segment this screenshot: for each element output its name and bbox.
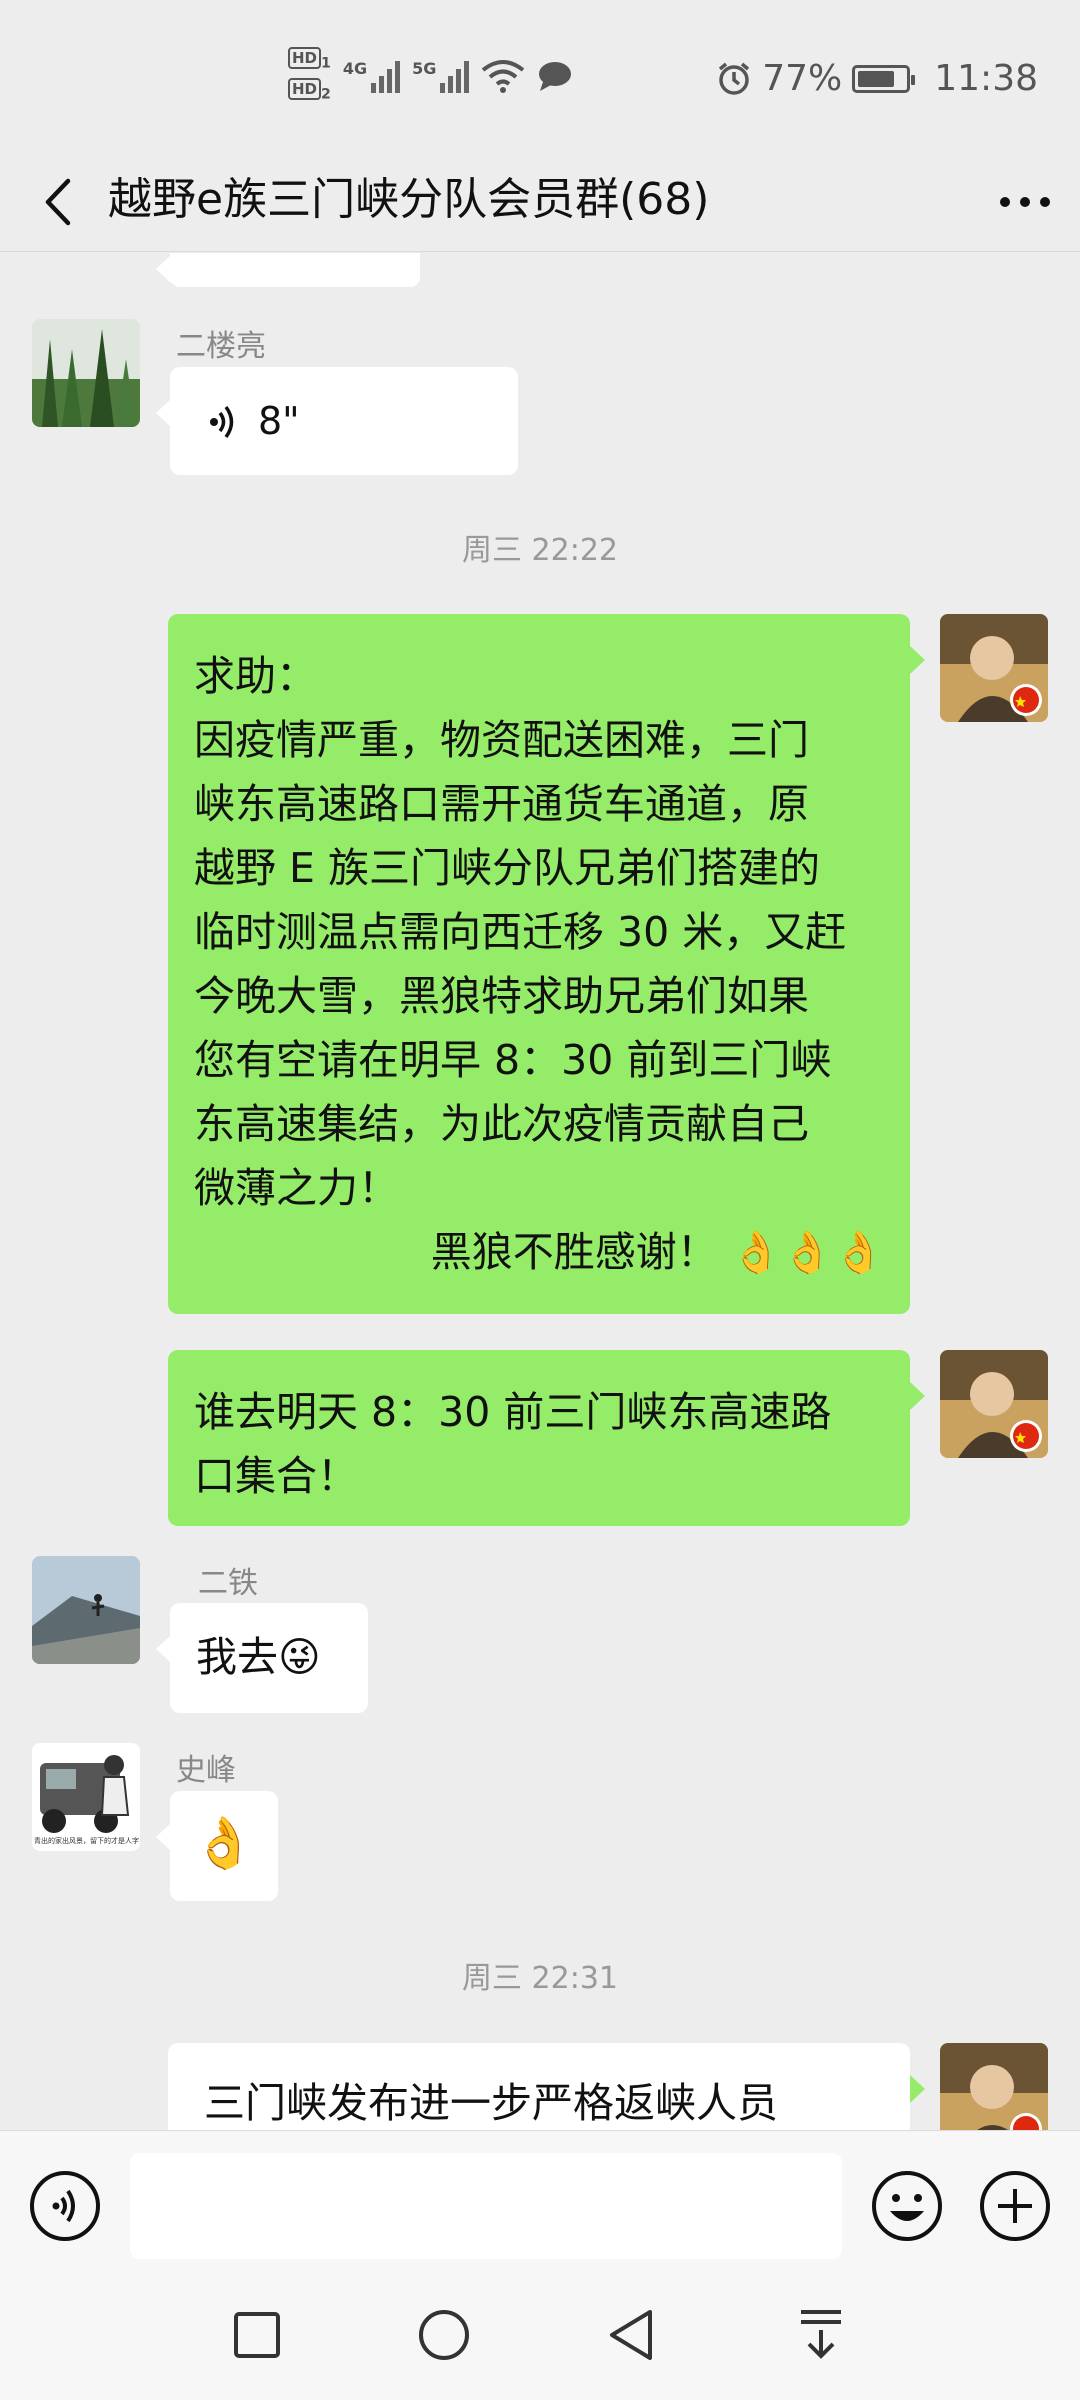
help-request-bubble[interactable]: 求助： 因疫情严重，物资配送困难，三门 峡东高速路口需开通货车通道，原 越野 E… (168, 614, 925, 1314)
message-line: 微薄之力！ (194, 1164, 399, 1212)
add-button[interactable] (978, 2169, 1052, 2243)
message-line: 越野 E 族三门峡分队兄弟们搭建的 (194, 844, 820, 892)
recent-apps-button[interactable] (222, 2300, 292, 2370)
voice-message-bubble[interactable]: 8" (156, 367, 518, 475)
clock: 11:38 (934, 58, 1038, 99)
sender-name: 二铁 (198, 1566, 258, 1601)
avatar-self[interactable] (940, 2043, 1048, 2130)
voice-duration: 8" (258, 399, 300, 443)
avatar-image (32, 1743, 140, 1851)
input-bar (0, 2130, 1080, 2270)
home-icon (419, 2310, 469, 2360)
hd-indicators: HD 1 HD 2 (288, 47, 331, 105)
signal-bars-icon (440, 59, 470, 94)
chat-area[interactable]: 二楼亮 8" 周三 22:22 求助： 因疫情严重，物资配送困难，三门 峡东高速… (0, 253, 1080, 2130)
message-icon (539, 62, 572, 92)
battery-icon (852, 64, 916, 93)
back-nav-button[interactable] (596, 2300, 666, 2370)
voice-wave-icon (210, 405, 234, 439)
message-signoff: 黑狼不胜感谢！ 👌👌👌 (430, 1228, 884, 1276)
avatar-self[interactable] (940, 1350, 1048, 1458)
message-line: 您有空请在明早 8：30 前到三门峡 (194, 1036, 832, 1084)
wifi-icon (482, 60, 525, 94)
status-bar: HD 1 HD 2 4G 5G 77% 11:38 (0, 0, 1080, 150)
voice-input-button[interactable] (28, 2169, 102, 2243)
emoji-button[interactable] (870, 2169, 944, 2243)
avatar-image (940, 614, 1048, 722)
message-input[interactable] (130, 2153, 842, 2259)
signal-5g: 5G (412, 59, 470, 94)
notification-pull-button[interactable] (786, 2300, 856, 2370)
more-dots-icon (1000, 197, 1050, 207)
sender-name: 史峰 (176, 1753, 236, 1788)
message-line: 临时测温点需向西迁移 30 米，又赶 (194, 908, 847, 956)
add-icon (980, 2171, 1050, 2241)
notification-pull-icon (801, 2310, 841, 2359)
sender-name: 二楼亮 (176, 329, 266, 364)
chat-title: 越野e族三门峡分队会员群(68) (108, 174, 710, 225)
message-line: 求助： (194, 652, 317, 700)
battery-percent: 77% (762, 58, 843, 99)
emoji-icon (872, 2171, 942, 2241)
voice-input-icon (30, 2171, 100, 2241)
avatar-image (940, 2043, 1048, 2130)
status-left-group: HD 1 HD 2 4G 5G (288, 47, 573, 105)
signal-4g: 4G (343, 59, 401, 94)
chat-header: 越野e族三门峡分队会员群(68) (0, 150, 1080, 252)
signal-bars-icon (371, 59, 401, 94)
avatar-sender-2[interactable] (32, 1556, 140, 1664)
avatar-sender-1[interactable] (32, 319, 140, 427)
avatar-sender-3[interactable]: 青出的家出风景，留下的才是人字 (32, 1743, 140, 1851)
timestamp: 周三 22:31 (462, 1961, 618, 1996)
timestamp: 周三 22:22 (462, 533, 618, 568)
message-line: 峡东高速路口需开通货车通道，原 (194, 780, 809, 828)
avatar-image (32, 1556, 140, 1664)
recent-apps-icon (234, 2312, 280, 2358)
hd2-indicator: HD 2 (288, 78, 331, 104)
ok-hand-emoji-icon: 👌👌👌 (730, 1228, 884, 1276)
avatar-caption: 青出的家出风景，留下的才是人字 (34, 1837, 139, 1845)
message-line: 三门峡发布进一步严格返峡人员 (204, 2079, 778, 2127)
emoji-bubble[interactable]: 👌 (156, 1791, 278, 1901)
avatar-image (32, 319, 140, 427)
message-bubble-partial[interactable] (156, 253, 420, 287)
back-arrow-icon (45, 178, 71, 226)
message-text: 我去 (196, 1633, 278, 1681)
message-line: 今晚大雪，黑狼特求助兄弟们如果 (194, 972, 809, 1020)
back-button[interactable] (28, 172, 88, 232)
avatar-self[interactable] (940, 614, 1048, 722)
message-line: 谁去明天 8：30 前三门峡东高速路 (194, 1388, 832, 1436)
more-button[interactable] (990, 172, 1060, 232)
avatar-image (940, 1350, 1048, 1458)
back-icon (610, 2310, 652, 2360)
home-button[interactable] (409, 2300, 479, 2370)
system-nav-bar (0, 2270, 1080, 2400)
message-line: 东高速集结，为此次疫情贡献自己 (194, 1100, 809, 1148)
reply-bubble[interactable]: 我去😜 (156, 1603, 368, 1713)
winking-face-emoji-icon: 😜 (278, 1633, 321, 1681)
message-line: 因疫情严重，物资配送困难，三门 (194, 716, 809, 764)
ok-hand-emoji-icon: 👌 (192, 1814, 256, 1872)
alarm-icon (719, 62, 750, 95)
news-share-bubble[interactable]: 三门峡发布进一步严格返峡人员 (168, 2043, 925, 2130)
status-right-group: 77% 11:38 (716, 58, 1038, 99)
gather-question-bubble[interactable]: 谁去明天 8：30 前三门峡东高速路 口集合！ (168, 1350, 925, 1526)
message-line: 口集合！ (194, 1452, 358, 1500)
hd1-indicator: HD 1 (288, 47, 331, 73)
